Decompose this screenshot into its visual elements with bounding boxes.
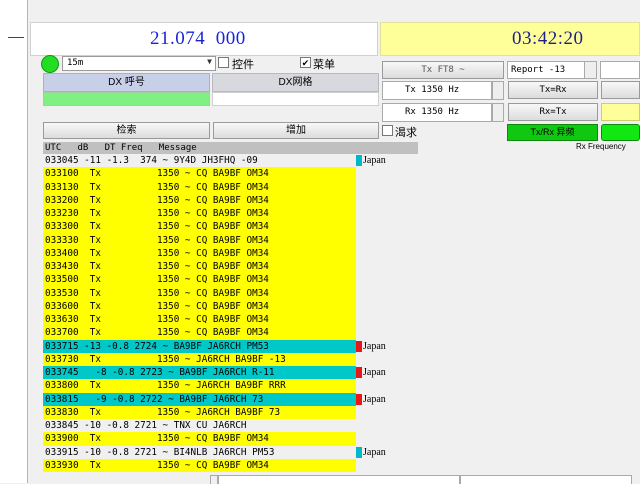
rx-eq-tx-button[interactable]: Rx=Tx <box>508 103 598 121</box>
table-row[interactable]: 033400 Tx 1350 ~ CQ BA9BF OM34 <box>43 246 463 260</box>
decode-message: 033900 Tx 1350 ~ CQ BA9BF OM34 <box>43 432 356 446</box>
right-indicator-clipped <box>601 103 640 121</box>
country-label: Japan <box>363 393 386 405</box>
decode-message: 033045 -11 -1.3 374 ~ 9Y4D JH3FHQ -09 <box>45 155 258 166</box>
table-row[interactable]: 033330 Tx 1350 ~ CQ BA9BF OM34 <box>43 233 463 247</box>
row-marker-icon <box>356 367 362 378</box>
row-marker-icon <box>356 155 362 166</box>
split-tx-rx-button[interactable]: Tx/Rx 异频 <box>507 124 598 141</box>
table-row[interactable]: 033200 Tx 1350 ~ CQ BA9BF OM34 <box>43 193 463 207</box>
check-icon: ✔ <box>301 58 310 68</box>
table-row[interactable]: 033300 Tx 1350 ~ CQ BA9BF OM34 <box>43 220 463 234</box>
band-select[interactable]: 15m ▼ <box>62 56 216 71</box>
dx-grid-field[interactable] <box>212 92 379 106</box>
decode-message: 033715 -13 -0.8 2724 ~ BA9BF JA6RCH PM53 <box>43 339 356 353</box>
decode-message: 033230 Tx 1350 ~ CQ BA9BF OM34 <box>43 207 356 221</box>
frequency-display: 21.074 000 <box>150 28 246 49</box>
decode-message: 033430 Tx 1350 ~ CQ BA9BF OM34 <box>43 260 356 274</box>
left-panel-strip <box>0 0 28 483</box>
table-row[interactable]: 033045 -11 -1.3 374 ~ 9Y4D JH3FHQ -09 Jap… <box>43 154 463 167</box>
utc-clock: 03:42:20 <box>512 28 584 49</box>
decode-message: 033200 Tx 1350 ~ CQ BA9BF OM34 <box>43 193 356 207</box>
table-row[interactable]: 033700 Tx 1350 ~ CQ BA9BF OM34 <box>43 326 463 340</box>
table-row[interactable]: 033830 Tx 1350 ~ JA6RCH BA9BF 73 <box>43 405 463 419</box>
quiet-checkbox-label: 渴求 <box>395 127 417 139</box>
decode-message: 033815 -9 -0.8 2722 ~ BA9BF JA6RCH 73 <box>43 392 356 406</box>
table-row[interactable]: 033730 Tx 1350 ~ JA6RCH BA9BF -13 <box>43 352 463 366</box>
table-row[interactable]: 033800 Tx 1350 ~ JA6RCH BA9BF RRR <box>43 379 463 393</box>
rx-frequency-label: Rx Frequency <box>576 142 626 151</box>
right-button-clipped[interactable] <box>601 81 640 99</box>
table-row[interactable]: 033900 Tx 1350 ~ CQ BA9BF OM34 <box>43 432 463 446</box>
table-row[interactable]: 033500 Tx 1350 ~ CQ BA9BF OM34 <box>43 273 463 287</box>
decode-message: 033915 -10 -0.8 2721 ~ BI4NLB JA6RCH PM5… <box>45 446 275 458</box>
decode-message: 033130 Tx 1350 ~ CQ BA9BF OM34 <box>43 180 356 194</box>
table-row[interactable]: 033430 Tx 1350 ~ CQ BA9BF OM34 <box>43 260 463 274</box>
tx-mode-button[interactable]: Tx FT8 ~ <box>382 61 504 79</box>
table-row[interactable]: 033915 -10 -0.8 2721 ~ BI4NLB JA6RCH PM5… <box>43 446 463 459</box>
table-row[interactable]: 033130 Tx 1350 ~ CQ BA9BF OM34 <box>43 180 463 194</box>
row-marker-icon <box>356 446 362 458</box>
search-button[interactable]: 检索 <box>43 122 210 139</box>
right-green-button-clipped[interactable] <box>601 124 640 141</box>
table-row[interactable]: 033845 -10 -0.8 2721 ~ TNX CU JA6RCH <box>43 419 463 432</box>
decode-message: 033300 Tx 1350 ~ CQ BA9BF OM34 <box>43 220 356 234</box>
table-row[interactable]: 033100 Tx 1350 ~ CQ BA9BF OM34 <box>43 167 463 181</box>
band-select-value: 15m <box>67 58 84 68</box>
tx-frequency-spinner[interactable] <box>492 81 504 100</box>
decode-message: 033930 Tx 1350 ~ CQ BA9BF OM34 <box>43 458 356 472</box>
decode-message: 033845 -10 -0.8 2721 ~ TNX CU JA6RCH <box>45 420 247 431</box>
rx-frequency-spinner[interactable] <box>492 103 504 122</box>
table-row[interactable]: 033600 Tx 1350 ~ CQ BA9BF OM34 <box>43 299 463 313</box>
row-marker-icon <box>356 340 362 352</box>
table-row[interactable]: 033715 -13 -0.8 2724 ~ BA9BF JA6RCH PM53… <box>43 339 463 353</box>
table-row[interactable]: 033930 Tx 1350 ~ CQ BA9BF OM34 <box>43 458 463 472</box>
decode-list[interactable]: 033045 -11 -1.3 374 ~ 9Y4D JH3FHQ -09 Jap… <box>43 154 463 472</box>
table-row[interactable]: 033630 Tx 1350 ~ CQ BA9BF OM34 <box>43 313 463 327</box>
add-button[interactable]: 增加 <box>213 122 379 139</box>
table-row[interactable]: 033230 Tx 1350 ~ CQ BA9BF OM34 <box>43 207 463 221</box>
quiet-checkbox[interactable] <box>382 125 393 136</box>
dx-call-field[interactable] <box>43 92 210 106</box>
decode-message: 033500 Tx 1350 ~ CQ BA9BF OM34 <box>43 273 356 287</box>
country-label: Japan <box>363 367 386 378</box>
decode-message: 033745 -8 -0.8 2723 ~ BA9BF JA6RCH R-11 <box>43 366 356 380</box>
decode-message: 033830 Tx 1350 ~ JA6RCH BA9BF 73 <box>43 405 356 419</box>
rx-frequency-field[interactable]: Rx 1350 Hz <box>382 103 492 122</box>
table-row[interactable]: 033530 Tx 1350 ~ CQ BA9BF OM34 <box>43 286 463 300</box>
dx-grid-header: DX网格 <box>212 73 379 92</box>
dx-call-header: DX 呼号 <box>43 73 210 92</box>
table-row[interactable]: 033745 -8 -0.8 2723 ~ BA9BF JA6RCH R-11 J… <box>43 366 463 380</box>
decode-message: 033100 Tx 1350 ~ CQ BA9BF OM34 <box>43 167 356 181</box>
status-led-icon <box>41 55 59 73</box>
decode-message: 033730 Tx 1350 ~ JA6RCH BA9BF -13 <box>43 352 356 366</box>
tx-frequency-field[interactable]: Tx 1350 Hz <box>382 81 492 100</box>
table-row[interactable]: 033815 -9 -0.8 2722 ~ BA9BF JA6RCH 73 Jap… <box>43 392 463 406</box>
bottom-panel-edges <box>210 472 640 484</box>
decode-message: 033700 Tx 1350 ~ CQ BA9BF OM34 <box>43 326 356 340</box>
country-label: Japan <box>363 446 386 458</box>
right-field-clipped[interactable] <box>600 61 640 79</box>
country-label: Japan <box>363 340 386 352</box>
decode-message: 033800 Tx 1350 ~ JA6RCH BA9BF RRR <box>43 379 356 393</box>
spinner-arrows-icon[interactable] <box>584 62 596 78</box>
decode-message: 033530 Tx 1350 ~ CQ BA9BF OM34 <box>43 286 356 300</box>
menu-checkbox[interactable]: ✔ <box>300 57 311 68</box>
decode-message: 033630 Tx 1350 ~ CQ BA9BF OM34 <box>43 313 356 327</box>
menu-checkbox-label: 菜单 <box>313 59 335 71</box>
decode-message: 033600 Tx 1350 ~ CQ BA9BF OM34 <box>43 299 356 313</box>
row-marker-icon <box>356 393 362 405</box>
decode-message: 033400 Tx 1350 ~ CQ BA9BF OM34 <box>43 246 356 260</box>
report-value: Report -13 <box>511 65 566 75</box>
country-label: Japan <box>363 155 386 166</box>
control-checkbox[interactable] <box>218 57 229 68</box>
decode-message: 033330 Tx 1350 ~ CQ BA9BF OM34 <box>43 233 356 247</box>
chevron-down-icon: ▼ <box>207 57 212 66</box>
decode-table-header: UTC dB DT Freq Message <box>43 142 418 154</box>
tx-eq-rx-button[interactable]: Tx=Rx <box>508 81 598 99</box>
report-spinbox[interactable]: Report -13 <box>507 61 597 79</box>
control-checkbox-label: 控件 <box>232 59 254 71</box>
